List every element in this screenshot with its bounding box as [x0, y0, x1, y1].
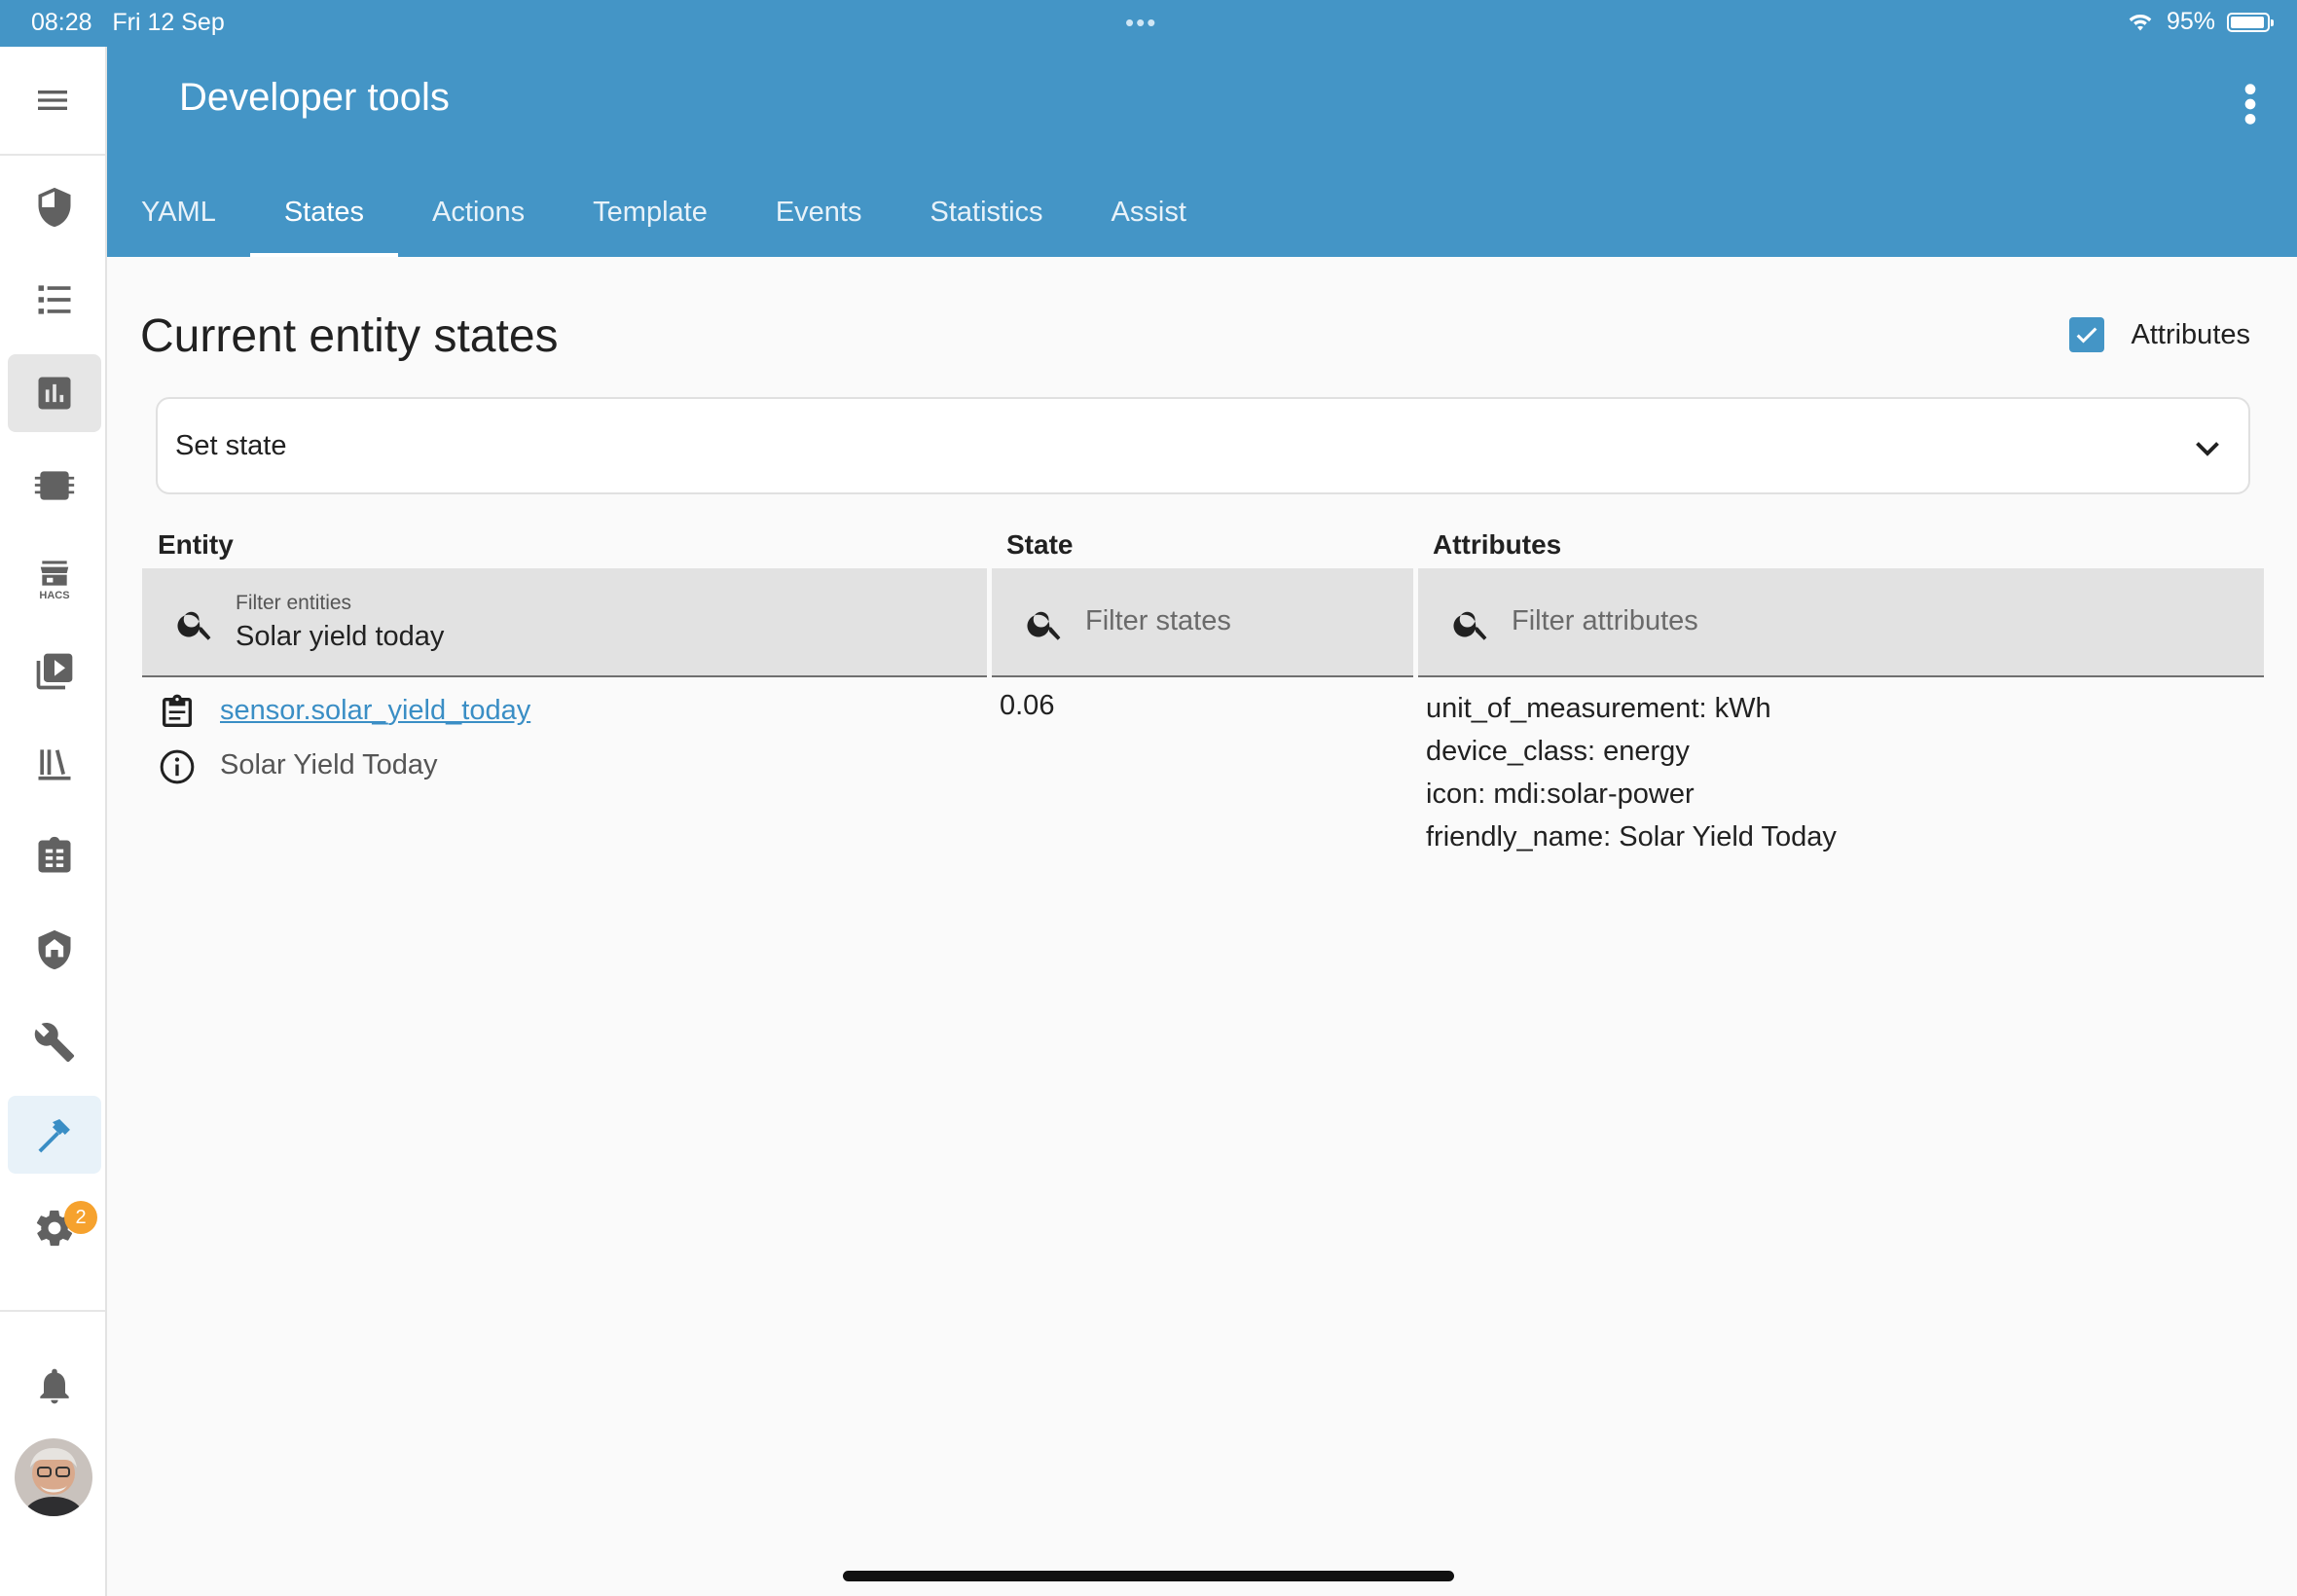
tab-events[interactable]: Events: [742, 183, 896, 257]
battery-icon: [2227, 12, 2274, 32]
filter-entities-field[interactable]: Filter entities Solar yield today: [142, 568, 987, 677]
page-title: Current entity states: [140, 310, 559, 362]
status-bar: 08:28 Fri 12 Sep ••• 95%: [0, 0, 2297, 47]
tab-actions[interactable]: Actions: [398, 183, 559, 257]
shield-half-icon: [38, 187, 71, 228]
page-header-title: Developer tools: [179, 76, 450, 119]
tab-yaml[interactable]: YAML: [107, 183, 250, 257]
settings-badge: 2: [64, 1201, 97, 1234]
sidebar-item-esphome[interactable]: [8, 447, 101, 525]
bell-icon: [40, 1368, 69, 1404]
attribute-line: icon: mdi:solar-power: [1426, 779, 1695, 810]
chart-box-icon: [38, 377, 71, 410]
hacs-store-icon: [40, 561, 69, 586]
filter-entities-input[interactable]: Solar yield today: [236, 621, 444, 653]
sidebar-item-notifications[interactable]: [8, 1347, 101, 1425]
user-avatar[interactable]: [15, 1438, 92, 1516]
hammer-icon: [38, 1119, 70, 1153]
sidebar-item-overview[interactable]: [8, 168, 101, 246]
entity-id-link[interactable]: sensor.solar_yield_today: [220, 695, 530, 727]
sidebar-item-settings[interactable]: 2: [8, 1189, 101, 1267]
filter-attributes-field[interactable]: Filter attributes: [1418, 568, 2264, 677]
multitasking-dots[interactable]: •••: [1125, 8, 1157, 38]
filter-entities-label: Filter entities: [236, 592, 352, 614]
sidebar-item-developer-tools[interactable]: [8, 1096, 101, 1174]
search-icon: [1027, 611, 1061, 640]
sidebar-item-security[interactable]: [8, 911, 101, 989]
tab-states[interactable]: States: [249, 183, 399, 257]
attribute-line: friendly_name: Solar Yield Today: [1426, 821, 1837, 852]
search-icon: [177, 611, 211, 640]
menu-button[interactable]: [0, 47, 105, 156]
sidebar: HACS 2: [0, 47, 107, 1596]
wrench-icon: [34, 1023, 75, 1063]
set-state-expander[interactable]: Set state: [156, 397, 2250, 494]
sidebar-item-todo[interactable]: [8, 817, 101, 895]
sidebar-divider: [0, 1310, 105, 1312]
status-time: 08:28 Fri 12 Sep: [31, 9, 225, 36]
sidebar-item-tools[interactable]: [8, 1003, 101, 1081]
sidebar-item-media[interactable]: [8, 633, 101, 710]
search-icon: [1453, 611, 1487, 640]
library-icon: [38, 749, 71, 780]
attributes-checkbox[interactable]: [2068, 317, 2104, 352]
filter-attributes-input[interactable]: Filter attributes: [1512, 605, 1698, 637]
avatar-image: [15, 1438, 92, 1516]
attributes-toggle-label: Attributes: [2131, 318, 2251, 350]
clipboard-list-icon: [38, 836, 71, 873]
sidebar-item-library[interactable]: [8, 725, 101, 803]
media-play-icon: [36, 653, 73, 690]
checkmark-icon: [2076, 327, 2096, 344]
list-icon: [38, 285, 71, 314]
status-right: 95%: [2126, 8, 2274, 36]
app-header: Developer tools YAML States Actions Temp…: [107, 47, 2297, 257]
tab-statistics[interactable]: Statistics: [896, 183, 1077, 257]
attribute-line: unit_of_measurement: kWh: [1426, 693, 1771, 724]
chip-icon: [34, 471, 75, 500]
overflow-menu-icon[interactable]: [2242, 82, 2258, 127]
set-state-label: Set state: [175, 430, 287, 461]
attribute-line: device_class: energy: [1426, 736, 1690, 767]
sidebar-item-logbook[interactable]: [8, 261, 101, 339]
entity-attributes: unit_of_measurement: kWh device_class: e…: [1426, 687, 1837, 858]
tab-template[interactable]: Template: [559, 183, 742, 257]
tab-assist[interactable]: Assist: [1077, 183, 1221, 257]
sidebar-item-history[interactable]: [8, 354, 101, 432]
copy-entity-id-icon[interactable]: [158, 693, 197, 732]
wifi-icon: [2129, 14, 2152, 30]
tab-bar: YAML States Actions Template Events Stat…: [107, 183, 1221, 257]
info-icon[interactable]: [158, 747, 197, 786]
sidebar-item-hacs[interactable]: HACS: [8, 539, 101, 617]
chevron-down-icon: [2196, 442, 2219, 456]
hamburger-menu-icon: [38, 91, 67, 110]
battery-percent: 95%: [2166, 8, 2215, 35]
filter-states-input[interactable]: Filter states: [1085, 605, 1231, 637]
column-header-entity: Entity: [158, 529, 234, 560]
filter-states-field[interactable]: Filter states: [992, 568, 1413, 677]
attributes-toggle[interactable]: Attributes: [2068, 317, 2251, 352]
shield-home-icon: [38, 929, 71, 970]
column-header-attributes: Attributes: [1433, 529, 1562, 560]
home-indicator[interactable]: [843, 1571, 1454, 1581]
column-header-state: State: [1006, 529, 1074, 560]
entity-state-value: 0.06: [1000, 690, 1055, 721]
entity-friendly-name: Solar Yield Today: [220, 749, 438, 780]
hacs-caption: HACS: [39, 590, 70, 601]
